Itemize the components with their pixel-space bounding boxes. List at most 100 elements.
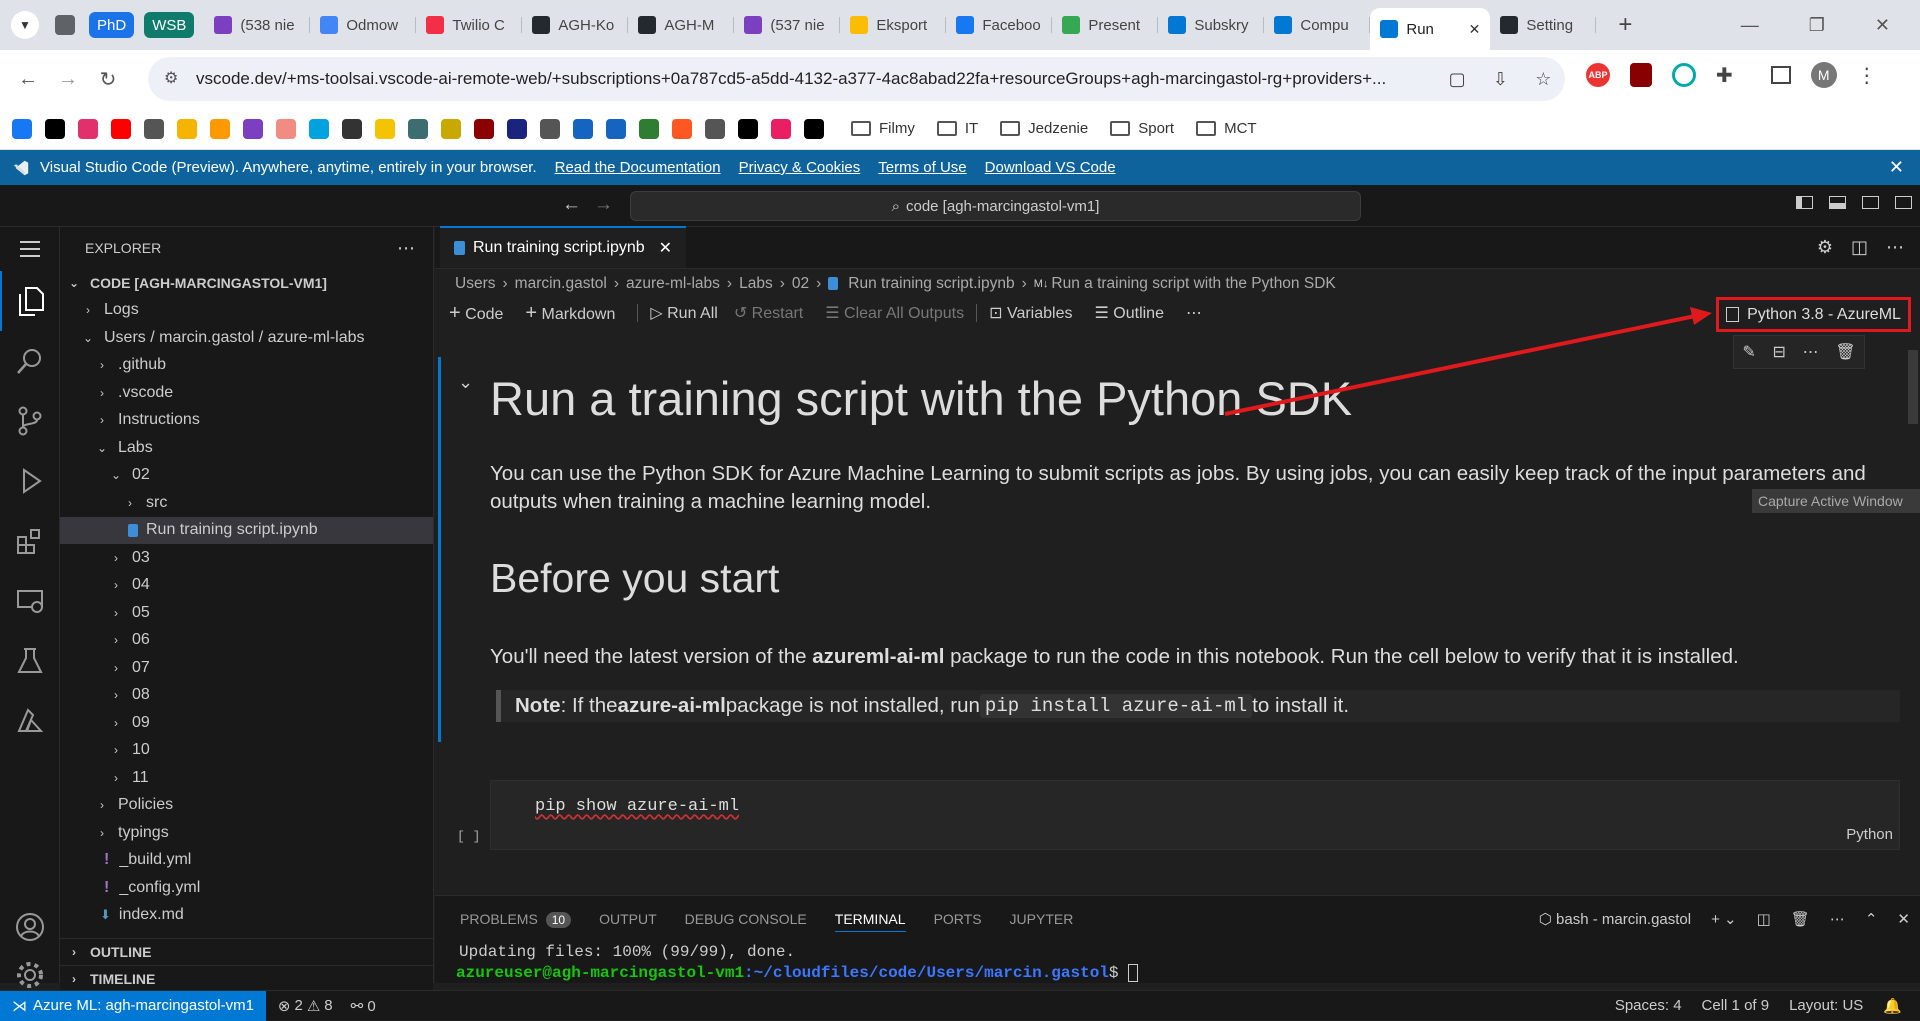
bookmark-icon[interactable] (540, 118, 560, 139)
breadcrumb-item[interactable]: 02 (792, 275, 809, 293)
split-terminal-icon[interactable]: ◫ (1757, 910, 1771, 928)
tree-folder[interactable]: › typings (60, 819, 433, 847)
close-panel-icon[interactable]: ✕ (1897, 910, 1910, 928)
bookmark-icon[interactable] (474, 118, 494, 139)
restore-icon[interactable]: ❐ (1809, 15, 1825, 36)
browser-tab[interactable]: Run ✕ (1370, 8, 1491, 50)
outline-section[interactable]: › OUTLINE (60, 938, 433, 966)
tree-folder[interactable]: › Logs (60, 297, 433, 325)
browser-tab[interactable]: Faceboo (946, 8, 1053, 42)
tree-folder[interactable]: ⌄ Users / marcin.gastol / azure-ml-labs (60, 324, 433, 352)
bookmark-icon[interactable] (441, 118, 461, 139)
extensions-icon[interactable] (0, 511, 60, 571)
code-cell[interactable]: pip show azure-ai-ml Python (490, 780, 1900, 850)
tree-folder[interactable]: › 07 (60, 654, 433, 682)
bookmark-folder[interactable]: IT (936, 120, 978, 137)
tree-file[interactable]: ⬇ index.md (60, 902, 433, 930)
tree-folder[interactable]: › 05 (60, 599, 433, 627)
browser-menu-icon[interactable]: ⋮ (1857, 63, 1877, 88)
outline-button[interactable]: ☰ Outline (1094, 303, 1164, 323)
ublock-extension-icon[interactable] (1630, 63, 1652, 87)
new-tab-button[interactable]: + (1618, 11, 1632, 39)
more-actions-icon[interactable]: ⋯ (1886, 237, 1904, 258)
breadcrumb-item[interactable]: marcin.gastol (515, 275, 607, 293)
tree-folder[interactable]: › .vscode (60, 379, 433, 407)
bookmark-icon[interactable] (507, 118, 527, 139)
panel-tab-debug-console[interactable]: DEBUG CONSOLE (685, 911, 807, 927)
tab-search-button[interactable]: ▼ (11, 11, 39, 39)
new-terminal-icon[interactable]: + ⌄ (1711, 910, 1737, 928)
search-view-icon[interactable] (0, 331, 60, 391)
back-button[interactable]: ← (10, 61, 46, 97)
bookmark-icon[interactable] (771, 118, 791, 139)
terminal-selector[interactable]: ⬡ bash - marcin.gastol (1539, 910, 1691, 928)
tree-folder[interactable]: › 11 (60, 764, 433, 792)
cell-position-status[interactable]: Cell 1 of 9 (1702, 997, 1770, 1014)
browser-tab[interactable]: Setting (1490, 8, 1597, 42)
customize-layout-icon[interactable] (1895, 196, 1912, 209)
tree-folder[interactable]: › 10 (60, 737, 433, 765)
panel-tab-output[interactable]: OUTPUT (599, 911, 657, 927)
bookmark-icon[interactable] (276, 118, 296, 139)
tree-folder[interactable]: › 08 (60, 682, 433, 710)
tree-folder[interactable]: › src (60, 489, 433, 517)
browser-tab[interactable]: AGH-M (628, 8, 735, 42)
indentation-status[interactable]: Spaces: 4 (1615, 997, 1682, 1014)
extensions-puzzle-icon[interactable]: ✚ (1716, 63, 1733, 88)
testing-icon[interactable] (0, 631, 60, 691)
menu-icon[interactable] (0, 227, 60, 271)
explorer-icon[interactable] (0, 271, 60, 331)
keyboard-layout-status[interactable]: Layout: US (1789, 997, 1863, 1014)
panel-tab-terminal[interactable]: TERMINAL (834, 911, 906, 932)
forward-button[interactable]: → (50, 61, 86, 97)
panel-tab-ports[interactable]: PORTS (934, 911, 982, 927)
bookmark-folder[interactable]: Jedzenie (1000, 120, 1088, 137)
remote-indicator[interactable]: ⋊ Azure ML: agh-marcingastol-vm1 (0, 990, 266, 1021)
browser-tab[interactable]: Odmow (310, 8, 417, 42)
maximize-panel-icon[interactable]: ⌃ (1865, 910, 1878, 928)
bookmark-icon[interactable] (12, 118, 32, 139)
bookmark-icon[interactable] (672, 118, 692, 139)
panel-tab-problems[interactable]: PROBLEMS 10 (460, 911, 572, 928)
bookmark-star-icon[interactable]: ☆ (1535, 69, 1551, 90)
bookmark-icon[interactable] (375, 118, 395, 139)
nav-back-icon[interactable]: ← (562, 194, 581, 216)
bookmark-icon[interactable] (639, 118, 659, 139)
side-panel-icon[interactable] (1770, 66, 1791, 84)
bookmark-icon[interactable] (342, 118, 362, 139)
problems-status[interactable]: ⊗ 2 ⚠ 8 (278, 997, 333, 1015)
bookmark-icon[interactable] (804, 118, 824, 139)
terminal-output[interactable]: Updating files: 100% (99/99), done. azur… (435, 942, 1920, 984)
site-info-icon[interactable]: ⚙ (164, 68, 178, 88)
banner-close-icon[interactable]: ✕ (1889, 157, 1904, 178)
timeline-section[interactable]: › TIMELINE (60, 965, 433, 993)
azure-icon[interactable] (0, 691, 60, 751)
editor-scrollbar[interactable] (1908, 350, 1918, 424)
bookmark-icon[interactable] (78, 118, 98, 139)
browser-tab[interactable]: (538 nie (204, 8, 311, 42)
browser-tab[interactable]: Subskry (1158, 8, 1265, 42)
breadcrumb-item[interactable]: Run a training script with the Python SD… (1051, 275, 1335, 293)
bookmark-icon[interactable] (408, 118, 428, 139)
breadcrumb-item[interactable]: azure-ml-labs (626, 275, 720, 293)
ports-status[interactable]: ⚯ 0 (351, 997, 376, 1015)
browser-tab[interactable]: (537 nie (734, 8, 841, 42)
banner-link-docs[interactable]: Read the Documentation (555, 159, 721, 176)
banner-link-terms[interactable]: Terms of Use (878, 159, 966, 176)
bookmark-icon[interactable] (243, 118, 263, 139)
remote-explorer-icon[interactable] (0, 571, 60, 631)
nav-forward-icon[interactable]: → (594, 194, 613, 216)
cell-language[interactable]: Python (1846, 826, 1893, 843)
variables-button[interactable]: ⊡ Variables (989, 303, 1072, 323)
toggle-panel-icon[interactable] (1829, 196, 1846, 209)
toolbar-more-icon[interactable]: ⋯ (1186, 303, 1202, 323)
code-line[interactable]: pip show azure-ai-ml (535, 797, 739, 816)
tree-folder[interactable]: › Instructions (60, 407, 433, 435)
explorer-root[interactable]: ⌄ CODE [AGH-MARCINGASTOL-VM1] (60, 269, 433, 297)
toggle-secondary-sidebar-icon[interactable] (1862, 196, 1879, 209)
browser-tab[interactable]: WSB (144, 12, 195, 38)
tree-file[interactable]: ! _build.yml (60, 847, 433, 875)
toggle-primary-sidebar-icon[interactable] (1796, 196, 1813, 209)
close-tab-icon[interactable]: ✕ (659, 238, 672, 258)
restart-button[interactable]: ↺ Restart (734, 303, 803, 323)
